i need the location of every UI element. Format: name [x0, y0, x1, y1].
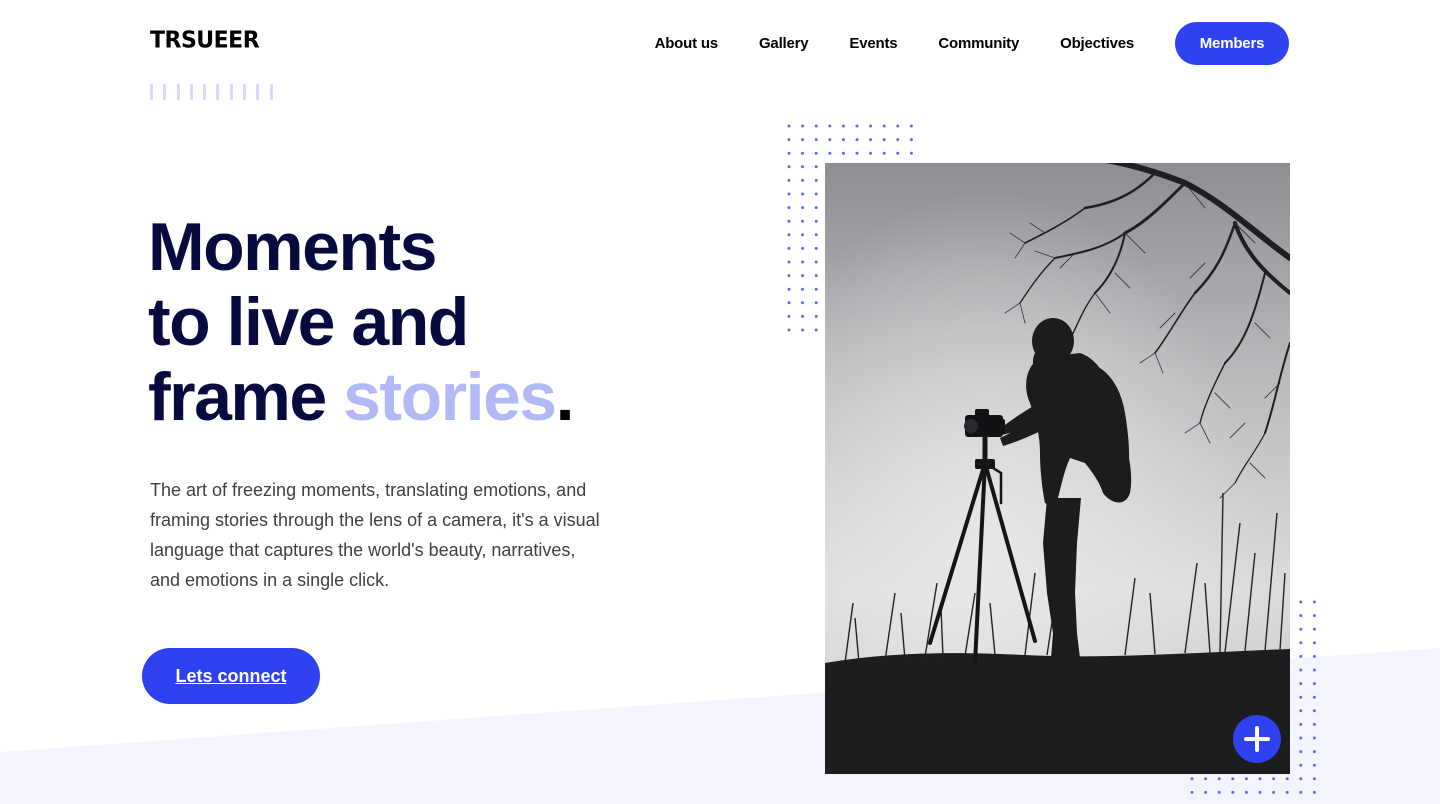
nav-events[interactable]: Events: [849, 35, 897, 52]
nav-community[interactable]: Community: [938, 35, 1019, 52]
add-button[interactable]: [1233, 715, 1281, 763]
site-header: TRSUEER About us Gallery Events Communit…: [0, 0, 1440, 88]
title-line-3: frame stories.: [148, 359, 575, 435]
page-title: Moments to live and frame stories.: [148, 209, 575, 435]
nav-about-us[interactable]: About us: [655, 35, 719, 52]
hero-photo: [825, 163, 1290, 774]
hero-heading: Moments to live and frame stories.: [148, 209, 575, 435]
title-line-2: to live and: [148, 284, 469, 360]
title-line-1: Moments: [148, 209, 437, 285]
nav-gallery[interactable]: Gallery: [759, 35, 809, 52]
brand-logo[interactable]: TRSUEER: [150, 27, 260, 53]
photographer-silhouette-image: [825, 163, 1290, 774]
hero-description: The art of freezing moments, translating…: [150, 480, 600, 590]
main-nav: About us Gallery Events Community Object…: [655, 22, 1289, 65]
title-accent-word: stories: [343, 359, 557, 435]
members-button[interactable]: Members: [1175, 22, 1289, 65]
lets-connect-button[interactable]: Lets connect: [142, 648, 320, 704]
nav-objectives[interactable]: Objectives: [1060, 35, 1134, 52]
